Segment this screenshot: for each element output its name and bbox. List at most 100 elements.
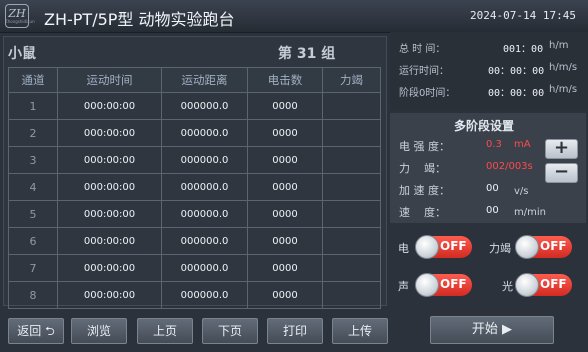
- toggle-knob: [415, 273, 439, 297]
- back-button[interactable]: 返回 ⮌: [8, 318, 64, 344]
- cell-exhaustion: [322, 254, 381, 282]
- toggle-knob: [415, 235, 439, 259]
- start-button[interactable]: 开始 ▶: [430, 316, 554, 344]
- table-row[interactable]: 1 000:00:00 000000.0 0000: [8, 92, 381, 120]
- exhaustion-value[interactable]: 002/003s: [486, 161, 533, 172]
- cell-exhaustion: [322, 119, 381, 147]
- table-row[interactable]: 7 000:00:00 000000.0 0000: [8, 254, 381, 282]
- light-label: 光: [502, 280, 513, 293]
- cell-shocks: 0000: [247, 227, 323, 255]
- intensity-unit: mA: [514, 139, 531, 150]
- cell-time: 000:00:00: [57, 119, 162, 147]
- total-time-label: 总 时 间：: [399, 44, 446, 55]
- exhaust-toggle[interactable]: OFF: [515, 235, 572, 259]
- col-header-time: 运动时间: [57, 67, 162, 93]
- speed-unit: m/min: [514, 207, 546, 218]
- sound-toggle[interactable]: OFF: [415, 273, 472, 297]
- app-title: ZH-PT/5P型 动物实验跑台: [44, 10, 235, 29]
- table-row[interactable]: 8 000:00:00 000000.0 0000: [8, 281, 381, 309]
- data-table: 通道 运动时间 运动距离 电击数 力竭 1 000:00:00 000000.0…: [8, 67, 381, 309]
- cell-channel: 3: [8, 146, 58, 174]
- toggle-knob: [515, 235, 539, 259]
- cell-shocks: 0000: [247, 92, 323, 120]
- electric-toggle[interactable]: OFF: [415, 235, 472, 259]
- prev-page-button[interactable]: 上页: [137, 318, 193, 344]
- cell-distance: 000000.0: [161, 227, 248, 255]
- cell-channel: 5: [8, 200, 58, 228]
- light-state: OFF: [540, 277, 567, 291]
- stage-time-label: 阶段0时间：: [399, 88, 456, 99]
- electric-state: OFF: [440, 239, 467, 253]
- cell-shocks: 0000: [247, 254, 323, 282]
- browse-button[interactable]: 浏览: [71, 318, 127, 344]
- return-icon: ⮌: [45, 324, 55, 338]
- clock: 2024-07-14 17:45: [470, 9, 576, 22]
- toggle-knob: [515, 273, 539, 297]
- cell-distance: 000000.0: [161, 92, 248, 120]
- cell-time: 000:00:00: [57, 146, 162, 174]
- cell-distance: 000000.0: [161, 200, 248, 228]
- speed-label: 速 度：: [399, 206, 446, 219]
- cell-exhaustion: [322, 227, 381, 255]
- light-toggle[interactable]: OFF: [515, 273, 572, 297]
- col-header-channel: 通道: [8, 67, 58, 93]
- cell-distance: 000000.0: [161, 146, 248, 174]
- col-header-shocks: 电击数: [247, 67, 323, 93]
- group-label: 第 31 组: [278, 46, 336, 62]
- plus-button[interactable]: +: [545, 139, 578, 159]
- cell-time: 000:00:00: [57, 254, 162, 282]
- accel-value[interactable]: 00: [486, 183, 499, 194]
- col-header-distance: 运动距离: [161, 67, 248, 93]
- col-header-exhaustion: 力竭: [322, 67, 381, 93]
- cell-shocks: 0000: [247, 281, 323, 309]
- table-row[interactable]: 2 000:00:00 000000.0 0000: [8, 119, 381, 147]
- table-row[interactable]: 3 000:00:00 000000.0 0000: [8, 146, 381, 174]
- upload-button[interactable]: 上传: [332, 318, 388, 344]
- cell-distance: 000000.0: [161, 254, 248, 282]
- accel-label: 加 速 度：: [399, 184, 450, 197]
- cell-distance: 000000.0: [161, 281, 248, 309]
- cell-shocks: 0000: [247, 173, 323, 201]
- back-button-label: 返回: [17, 324, 42, 338]
- stage-time-unit: h/m/s: [549, 84, 578, 95]
- exhaust-toggle-label: 力竭: [489, 242, 511, 255]
- run-time-value: 00：00：00: [488, 66, 545, 77]
- cell-channel: 1: [8, 92, 58, 120]
- cell-shocks: 0000: [247, 200, 323, 228]
- animal-label: 小鼠: [8, 46, 36, 62]
- cell-channel: 2: [8, 119, 58, 147]
- multistage-title: 多阶段设置: [454, 119, 515, 133]
- cell-time: 000:00:00: [57, 200, 162, 228]
- speed-value[interactable]: 00: [486, 205, 499, 216]
- minus-button[interactable]: −: [545, 163, 578, 183]
- next-page-button[interactable]: 下页: [202, 318, 258, 344]
- run-time-unit: h/m/s: [549, 62, 578, 73]
- cell-time: 000:00:00: [57, 173, 162, 201]
- cell-exhaustion: [322, 92, 381, 120]
- sound-state: OFF: [440, 277, 467, 291]
- cell-time: 000:00:00: [57, 281, 162, 309]
- cell-time: 000:00:00: [57, 227, 162, 255]
- stage-time-value: 00：00：00: [488, 88, 545, 99]
- cell-shocks: 0000: [247, 146, 323, 174]
- table-header-row: 通道 运动时间 运动距离 电击数 力竭: [8, 67, 381, 93]
- cell-distance: 000000.0: [161, 119, 248, 147]
- table-row[interactable]: 5 000:00:00 000000.0 0000: [8, 200, 381, 228]
- logo-subtext: Zhongshidixun: [5, 19, 35, 24]
- cell-channel: 4: [8, 173, 58, 201]
- total-time-unit: h/m: [549, 40, 569, 51]
- cell-exhaustion: [322, 200, 381, 228]
- table-row[interactable]: 6 000:00:00 000000.0 0000: [8, 227, 381, 255]
- print-button[interactable]: 打印: [267, 318, 323, 344]
- intensity-value[interactable]: 0.3: [486, 139, 502, 150]
- table-row[interactable]: 4 000:00:00 000000.0 0000: [8, 173, 381, 201]
- cell-channel: 8: [8, 281, 58, 309]
- intensity-label: 电 强 度：: [399, 140, 450, 153]
- accel-unit: v/s: [514, 186, 529, 197]
- run-time-label: 运行时间：: [399, 66, 449, 77]
- logo: ZH: [5, 4, 29, 28]
- title-bar: ZH Zhongshidixun ZH-PT/5P型 动物实验跑台 2024-0…: [0, 0, 588, 33]
- exhaustion-label: 力 竭：: [399, 162, 446, 175]
- cell-distance: 000000.0: [161, 173, 248, 201]
- cell-exhaustion: [322, 146, 381, 174]
